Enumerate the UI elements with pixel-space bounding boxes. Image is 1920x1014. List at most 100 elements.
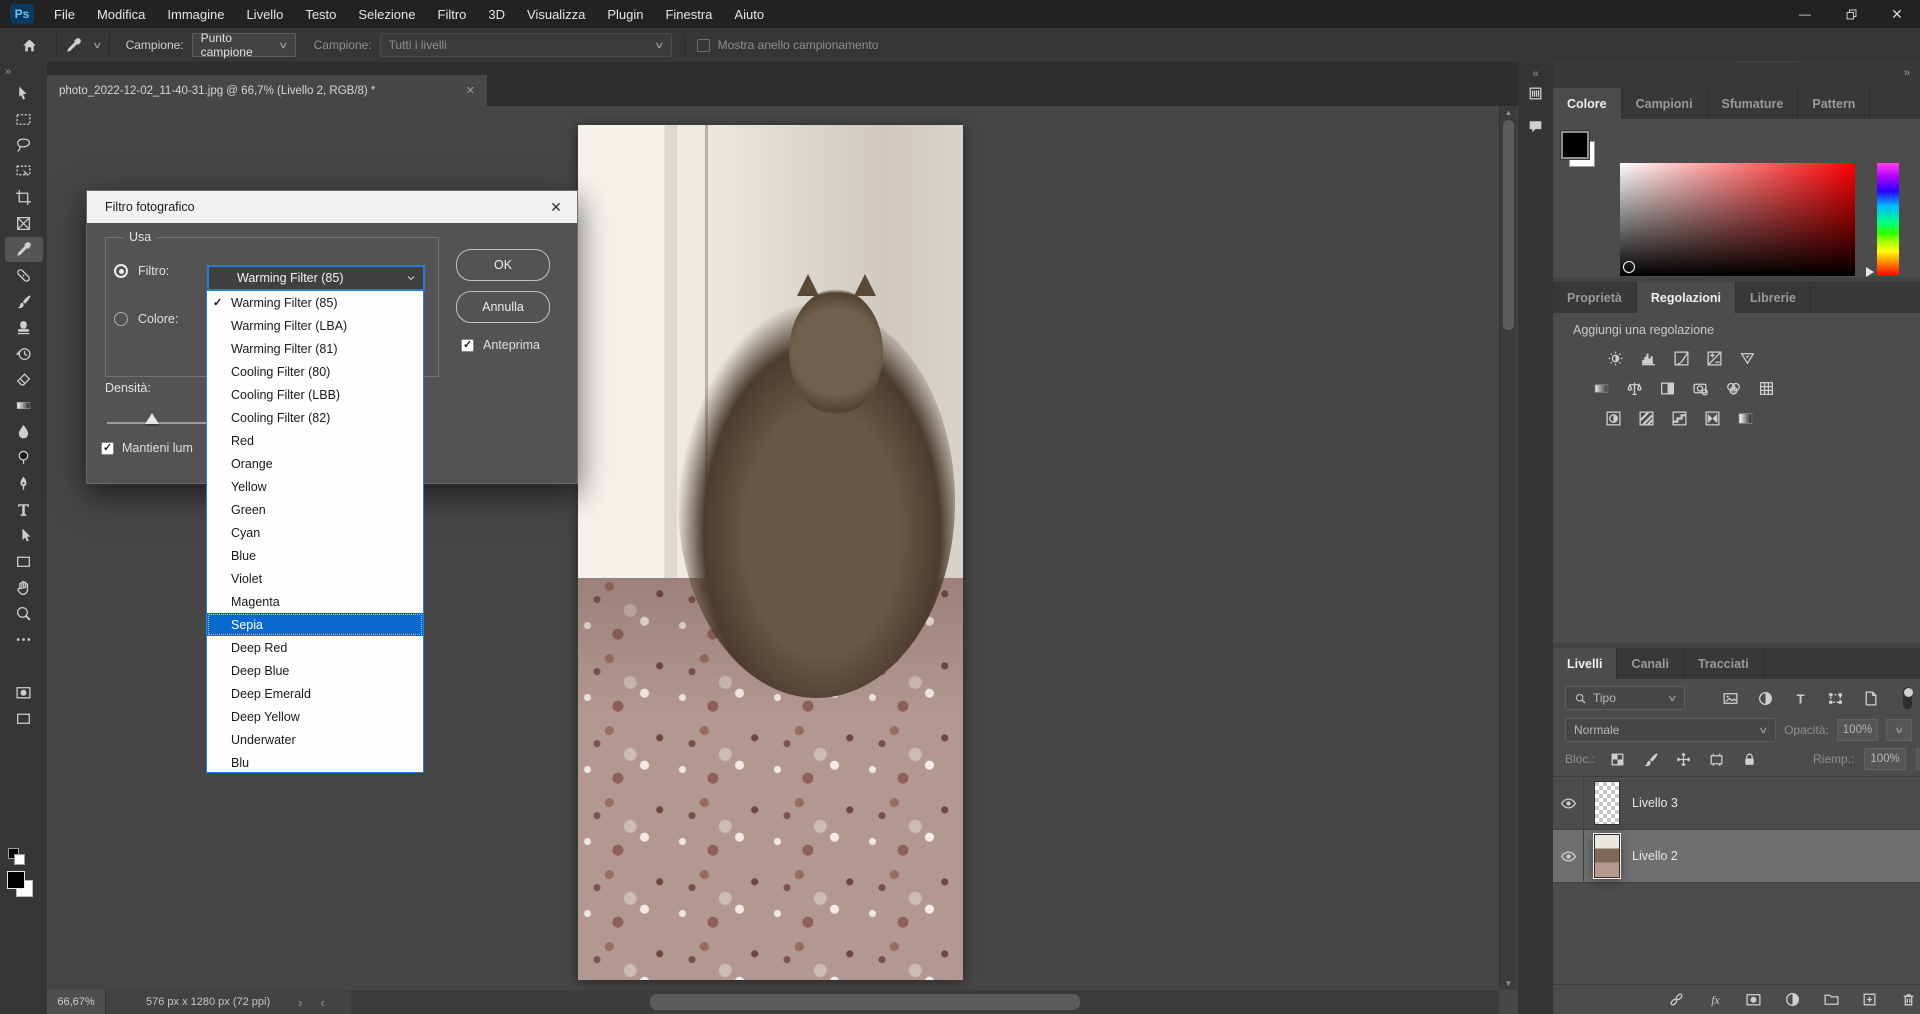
blur-tool[interactable] [5, 419, 43, 444]
screen-mode-button[interactable] [5, 706, 43, 731]
smart-object-filter-icon[interactable] [1859, 687, 1883, 709]
menu-3d[interactable]: 3D [477, 0, 516, 28]
tab-librerie[interactable]: Librerie [1736, 282, 1811, 313]
menu-selezione[interactable]: Selezione [347, 0, 426, 28]
dropdown-item-green[interactable]: Green [207, 498, 423, 521]
adjustment-layer-filter-icon[interactable] [1754, 687, 1778, 709]
opacity-dropdown[interactable]: ∨ [1886, 719, 1912, 741]
filter-radio[interactable] [114, 264, 128, 278]
dropdown-item-cyan[interactable]: Cyan [207, 521, 423, 544]
brushes-panel-button[interactable] [1522, 81, 1550, 106]
dropdown-item-deep-emerald[interactable]: Deep Emerald [207, 682, 423, 705]
color-balance-icon[interactable] [1622, 377, 1646, 399]
dropdown-item-warming-filter-lba-[interactable]: Warming Filter (LBA) [207, 314, 423, 337]
foreground-color-swatch[interactable] [7, 871, 25, 889]
restore-button[interactable] [1828, 0, 1874, 28]
lock-transparency-icon[interactable] [1605, 748, 1629, 770]
dropdown-item-warming-filter-85-[interactable]: ✓Warming Filter (85) [207, 291, 423, 314]
tool-preset-picker[interactable]: ∨ [65, 37, 101, 54]
dropdown-item-cooling-filter-80-[interactable]: Cooling Filter (80) [207, 360, 423, 383]
menu-finestra[interactable]: Finestra [654, 0, 723, 28]
curves-icon[interactable] [1669, 347, 1693, 369]
tab-pattern[interactable]: Pattern [1798, 88, 1870, 119]
preview-checkbox[interactable] [461, 339, 474, 352]
blend-mode-select[interactable]: Normale ∨ [1565, 718, 1776, 742]
dropdown-item-underwater[interactable]: Underwater [207, 728, 423, 751]
exposure-icon[interactable] [1702, 347, 1726, 369]
shape-layer-filter-icon[interactable] [1824, 687, 1848, 709]
layer-thumbnail[interactable] [1594, 781, 1620, 825]
saturation-brightness-field[interactable] [1620, 163, 1855, 276]
tab-tracciati[interactable]: Tracciati [1684, 648, 1764, 679]
levels-icon[interactable] [1636, 347, 1660, 369]
posterize-icon[interactable] [1634, 407, 1658, 429]
tab-sfumature[interactable]: Sfumature [1708, 88, 1799, 119]
channel-mixer-icon[interactable] [1721, 377, 1745, 399]
sample-layers-select[interactable]: Tutti i livelli ∨ [380, 33, 672, 57]
document-image[interactable] [578, 125, 963, 980]
menu-testo[interactable]: Testo [294, 0, 347, 28]
tab-campioni[interactable]: Campioni [1622, 88, 1708, 119]
new-adjustment-layer-icon[interactable] [1781, 989, 1805, 1011]
fill-dropdown[interactable]: ∨ [1916, 748, 1920, 770]
dropdown-item-deep-yellow[interactable]: Deep Yellow [207, 705, 423, 728]
vertical-scrollbar[interactable]: ▲ ▼ [1499, 106, 1517, 990]
density-slider-thumb[interactable] [145, 413, 159, 424]
menu-plugin[interactable]: Plugin [596, 0, 654, 28]
tab-colore[interactable]: Colore [1553, 88, 1622, 119]
document-tab[interactable]: photo_2022-12-02_11-40-31.jpg @ 66,7% (L… [47, 75, 487, 106]
frame-tool[interactable] [5, 211, 43, 236]
tab-close-icon[interactable]: ✕ [466, 84, 475, 97]
dropdown-item-red[interactable]: Red [207, 429, 423, 452]
edit-toolbar-icon[interactable] [5, 627, 43, 652]
dropdown-item-orange[interactable]: Orange [207, 452, 423, 475]
layer-thumbnail[interactable] [1594, 834, 1620, 878]
new-layer-icon[interactable] [1858, 989, 1882, 1011]
filter-select[interactable]: Warming Filter (85) [207, 265, 425, 291]
lock-position-icon[interactable] [1671, 748, 1695, 770]
dropdown-item-warming-filter-81-[interactable]: Warming Filter (81) [207, 337, 423, 360]
dropdown-item-blue[interactable]: Blue [207, 544, 423, 567]
type-tool[interactable] [5, 497, 43, 522]
close-button[interactable]: ✕ [1874, 0, 1920, 28]
quick-mask-button[interactable] [5, 680, 43, 705]
spot-healing-brush-tool[interactable] [5, 263, 43, 288]
fill-value[interactable]: 100% [1864, 748, 1905, 770]
rectangle-tool[interactable] [5, 549, 43, 574]
layer-filter-search[interactable]: Tipo ∨ [1565, 686, 1685, 710]
layer-row-1[interactable]: Livello 3 [1553, 777, 1920, 830]
add-mask-icon[interactable] [1742, 989, 1766, 1011]
scroll-down-icon[interactable]: ▼ [1500, 979, 1517, 988]
layer-visibility-toggle[interactable] [1553, 777, 1584, 829]
menu-filtro[interactable]: Filtro [427, 0, 478, 28]
horizontal-scrollbar[interactable] [350, 990, 1499, 1014]
menu-aiuto[interactable]: Aiuto [723, 0, 775, 28]
lock-all-icon[interactable] [1737, 748, 1761, 770]
hue-saturation-icon[interactable] [1589, 377, 1613, 399]
crop-tool[interactable] [5, 185, 43, 210]
clone-stamp-tool[interactable] [5, 315, 43, 340]
history-brush-tool[interactable] [5, 341, 43, 366]
selective-color-icon[interactable] [1700, 407, 1724, 429]
lock-artboard-icon[interactable] [1704, 748, 1728, 770]
cancel-button[interactable]: Annulla [456, 291, 550, 323]
gradient-tool[interactable] [5, 393, 43, 418]
dialog-title-bar[interactable]: Filtro fotografico ✕ [87, 191, 577, 223]
vertical-scroll-thumb[interactable] [1503, 120, 1514, 330]
hue-slider-arrow[interactable] [1866, 267, 1874, 277]
collapse-panels-icon[interactable]: » [1904, 67, 1910, 79]
color-lookup-icon[interactable] [1754, 377, 1778, 399]
brush-tool[interactable] [5, 289, 43, 314]
home-button[interactable] [10, 33, 48, 58]
dodge-tool[interactable] [5, 445, 43, 470]
link-layers-icon[interactable] [1665, 989, 1689, 1011]
lock-paint-icon[interactable] [1638, 748, 1662, 770]
layer-filter-toggle[interactable] [1903, 687, 1912, 709]
hue-strip[interactable] [1877, 163, 1899, 276]
tab-proprietà[interactable]: Proprietà [1553, 282, 1637, 313]
foreground-swatch[interactable] [1561, 131, 1589, 159]
eraser-tool[interactable] [5, 367, 43, 392]
tab-regolazioni[interactable]: Regolazioni [1637, 282, 1736, 313]
color-radio[interactable] [114, 312, 128, 326]
path-selection-tool[interactable] [5, 523, 43, 548]
